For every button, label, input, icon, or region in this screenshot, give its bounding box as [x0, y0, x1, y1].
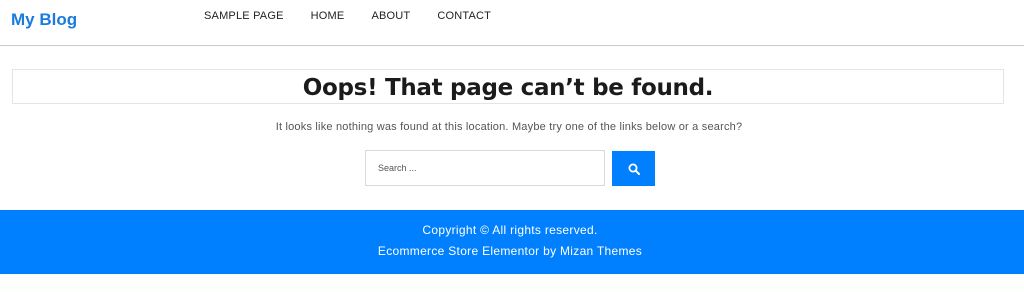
main-nav: SAMPLE PAGE HOME ABOUT CONTACT [204, 10, 518, 22]
search-input[interactable] [365, 150, 605, 186]
search-button[interactable] [612, 151, 655, 186]
site-logo-link[interactable]: My Blog [11, 10, 77, 30]
footer-copyright: Copyright © All rights reserved. [422, 223, 598, 237]
footer-credit-link[interactable]: Ecommerce Store Elementor by Mizan Theme… [378, 244, 642, 258]
not-found-message: It looks like nothing was found at this … [275, 121, 743, 133]
site-header: My Blog SAMPLE PAGE HOME ABOUT CONTACT [0, 0, 1024, 46]
page-bottom [0, 274, 1024, 292]
nav-item-contact[interactable]: CONTACT [437, 10, 491, 22]
page-title: Oops! That page can’t be found. [302, 75, 714, 101]
page-title-box: Oops! That page can’t be found. [12, 69, 1004, 104]
footer-credit-wrapper: Ecommerce Store Elementor by Mizan Theme… [0, 244, 1020, 258]
nav-item-home[interactable]: HOME [311, 10, 345, 22]
site-footer: Copyright © All rights reserved. Ecommer… [0, 210, 1024, 274]
nav-item-sample-page[interactable]: SAMPLE PAGE [204, 10, 284, 22]
nav-item-about[interactable]: ABOUT [371, 10, 410, 22]
search-icon [628, 163, 640, 175]
